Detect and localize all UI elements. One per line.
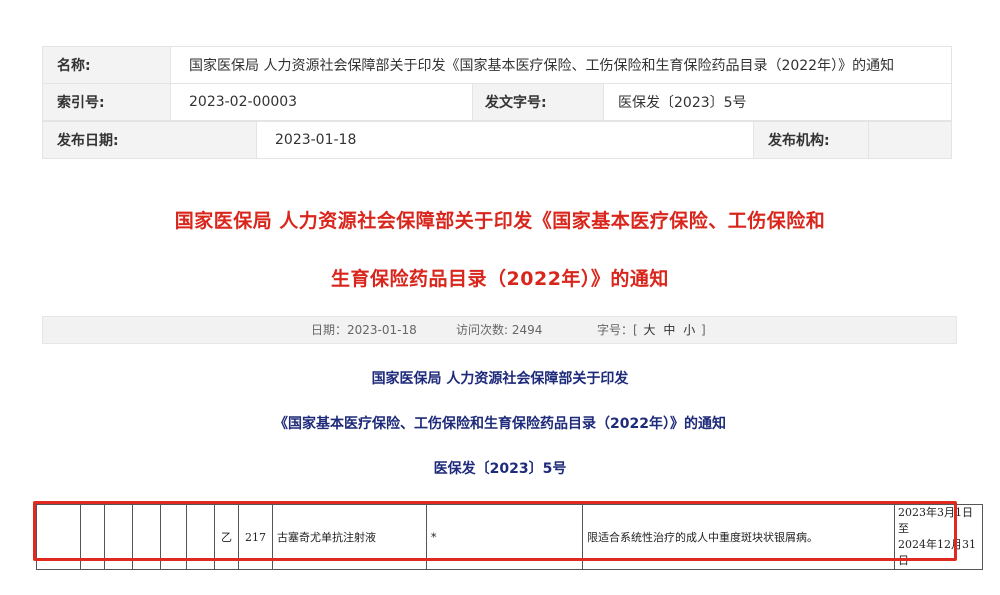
- page-title-line-1: 国家医保局 人力资源社会保障部关于印发《国家基本医疗保险、工伤保险和: [174, 210, 826, 232]
- meta-row-date: 发布日期: 2023-01-18 发布机构:: [42, 121, 952, 159]
- meta-date-label: 发布日期:: [42, 121, 257, 159]
- meta-docno-label: 发文字号:: [472, 83, 604, 121]
- highlight-box: [33, 501, 957, 561]
- meta-org-label: 发布机构:: [753, 121, 869, 159]
- meta-index-label: 索引号:: [42, 83, 171, 121]
- meta-name-label: 名称:: [42, 46, 171, 84]
- meta-row-name: 名称: 国家医保局 人力资源社会保障部关于印发《国家基本医疗保险、工伤保险和生育…: [42, 46, 952, 84]
- publish-date: 日期：2023-01-18: [311, 323, 417, 337]
- meta-index-value: 2023-02-00003: [170, 83, 473, 121]
- meta-name-value: 国家医保局 人力资源社会保障部关于印发《国家基本医疗保险、工伤保险和生育保险药品…: [170, 46, 952, 84]
- document-meta-table-date: 发布日期: 2023-01-18 发布机构:: [42, 121, 952, 159]
- font-size-close: ]: [701, 323, 706, 337]
- font-size-label: 字号：[: [597, 323, 638, 337]
- font-size-control: 字号：[ 大 中 小 ]: [597, 317, 706, 343]
- doc-header-line-2: 《国家基本医疗保险、工伤保险和生育保险药品目录（2022年）》的通知: [274, 416, 726, 432]
- article-info-bar: 日期：2023-01-18 访问次数: 2494 字号：[ 大 中 小 ]: [42, 316, 957, 344]
- page-title-line-2: 生育保险药品目录（2022年）》的通知: [331, 268, 669, 290]
- meta-row-index: 索引号: 2023-02-00003 发文字号: 医保发〔2023〕5号: [42, 83, 952, 121]
- meta-date-value: 2023-01-18: [256, 121, 754, 159]
- meta-docno-value: 医保发〔2023〕5号: [603, 83, 952, 121]
- meta-org-value: [868, 121, 952, 159]
- font-size-large-link[interactable]: 大: [644, 323, 656, 337]
- visit-count: 访问次数: 2494: [456, 323, 543, 337]
- font-size-small-link[interactable]: 小: [683, 323, 695, 337]
- document-meta-table: 名称: 国家医保局 人力资源社会保障部关于印发《国家基本医疗保险、工伤保险和生育…: [42, 46, 952, 121]
- font-size-medium-link[interactable]: 中: [663, 323, 675, 337]
- doc-header-line-3: 医保发〔2023〕5号: [433, 461, 567, 477]
- doc-header-line-1: 国家医保局 人力资源社会保障部关于印发: [371, 371, 629, 387]
